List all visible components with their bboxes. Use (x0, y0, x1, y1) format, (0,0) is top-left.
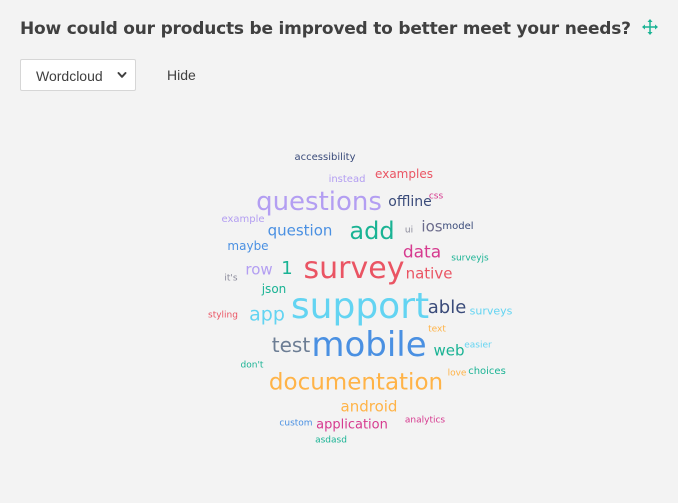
word-css: css (428, 191, 444, 202)
question-panel: How could our products be improved to be… (0, 0, 678, 503)
word-support: support (290, 286, 430, 327)
word-text: text (428, 324, 446, 335)
word-ios: ios (421, 217, 443, 236)
word-data: data (402, 242, 442, 263)
word-model: model (442, 221, 474, 232)
word-surveys: surveys (469, 304, 513, 318)
word-test: test (271, 333, 311, 357)
word-easier: easier (464, 340, 492, 351)
word-survey: survey (303, 251, 405, 286)
word-able: able (427, 297, 467, 318)
hide-button[interactable]: Hide (167, 67, 196, 83)
word-web: web (433, 341, 465, 360)
word-it's: it's (224, 273, 238, 284)
move-arrows-icon[interactable] (642, 19, 658, 35)
word-custom: custom (279, 418, 313, 429)
word-don't: don't (240, 360, 264, 371)
word-surveyjs: surveyjs (451, 253, 489, 264)
word-instead: instead (328, 174, 366, 185)
word-documentation: documentation (268, 369, 444, 396)
word-questions: questions (256, 187, 382, 217)
word-example: example (221, 214, 265, 225)
word-add: add (349, 217, 395, 245)
word-analytics: analytics (404, 415, 446, 426)
visualizer-select-value: Wordcloud (36, 68, 103, 84)
word-offline: offline (388, 194, 432, 210)
word-android: android (340, 397, 398, 416)
word-examples: examples (375, 167, 433, 181)
word-app: app (249, 303, 285, 326)
word-love: love (447, 368, 467, 379)
word-application: application (316, 417, 388, 433)
word-ui: ui (404, 225, 414, 236)
word-row: row (245, 260, 273, 279)
word-mobile: mobile (311, 325, 427, 365)
word-choices: choices (468, 366, 506, 377)
word-asdasd: asdasd (315, 435, 347, 446)
word-styling: styling (208, 310, 238, 321)
visualizer-select[interactable]: Wordcloud (20, 59, 136, 91)
word-question: question (267, 221, 333, 240)
chevron-down-icon (117, 72, 127, 78)
word-1: 1 (281, 258, 293, 279)
word-accessibility: accessibility (294, 152, 356, 163)
question-title: How could our products be improved to be… (20, 19, 631, 39)
word-maybe: maybe (227, 239, 269, 253)
word-json: json (261, 282, 287, 296)
word-native: native (405, 264, 453, 283)
